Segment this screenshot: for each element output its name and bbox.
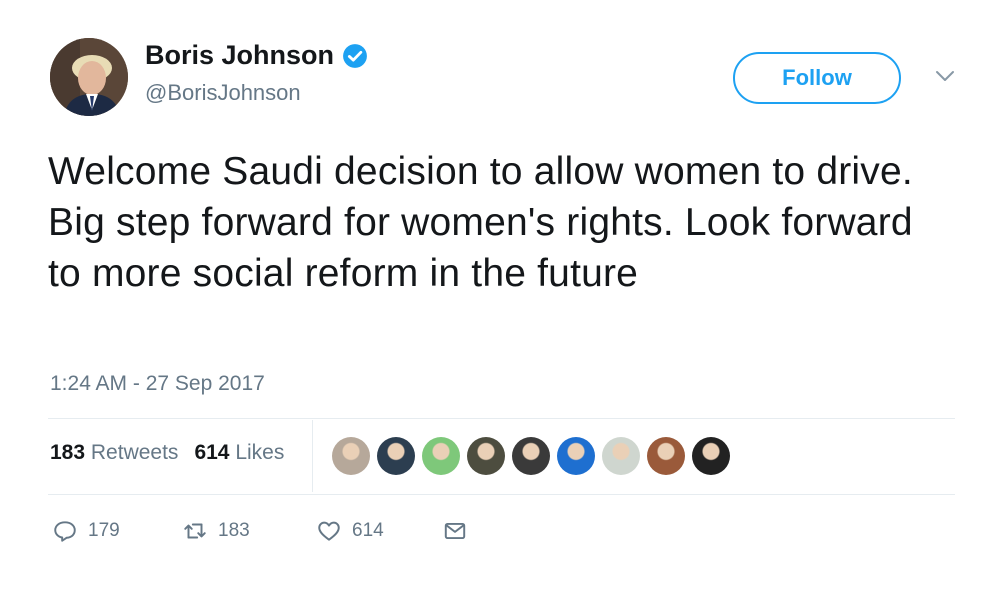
profile-avatar[interactable] bbox=[50, 38, 128, 116]
liker-avatar[interactable] bbox=[692, 437, 730, 475]
author-handle[interactable]: @BorisJohnson bbox=[145, 80, 301, 106]
tweet-actions: 179 183 614 bbox=[52, 518, 468, 544]
tweet-card: Boris Johnson @BorisJohnson Follow Welco… bbox=[0, 0, 1000, 592]
liker-avatar[interactable] bbox=[602, 437, 640, 475]
reply-icon bbox=[54, 521, 76, 542]
liker-avatar[interactable] bbox=[512, 437, 550, 475]
liker-avatar[interactable] bbox=[647, 437, 685, 475]
like-count: 614 bbox=[352, 520, 384, 541]
retweets-label: Retweets bbox=[90, 441, 179, 464]
chevron-down-icon[interactable] bbox=[933, 64, 957, 88]
retweet-button[interactable]: 183 bbox=[182, 518, 316, 544]
divider bbox=[312, 420, 313, 492]
like-button[interactable]: 614 bbox=[316, 518, 442, 544]
liker-avatar[interactable] bbox=[422, 437, 460, 475]
envelope-icon bbox=[444, 522, 466, 540]
liker-avatar[interactable] bbox=[557, 437, 595, 475]
tweet-timestamp[interactable]: 1:24 AM - 27 Sep 2017 bbox=[50, 372, 265, 396]
liker-avatar[interactable] bbox=[377, 437, 415, 475]
liker-avatar[interactable] bbox=[467, 437, 505, 475]
engagement-stats: 183 Retweets 614 Likes bbox=[50, 441, 284, 465]
author-name-row[interactable]: Boris Johnson bbox=[145, 40, 368, 71]
reply-button[interactable]: 179 bbox=[52, 518, 182, 544]
retweet-count: 183 bbox=[218, 520, 250, 541]
liker-avatar[interactable] bbox=[332, 437, 370, 475]
retweets-count: 183 bbox=[50, 441, 86, 464]
divider bbox=[48, 418, 955, 419]
retweets-stat[interactable]: 183 Retweets bbox=[50, 441, 178, 465]
author-name[interactable]: Boris Johnson bbox=[145, 40, 334, 71]
tweet-text: Welcome Saudi decision to allow women to… bbox=[48, 150, 913, 295]
likes-label: Likes bbox=[235, 441, 285, 464]
likes-count: 614 bbox=[194, 441, 230, 464]
reply-count: 179 bbox=[88, 520, 120, 541]
divider bbox=[48, 494, 955, 495]
retweet-icon bbox=[184, 523, 206, 539]
likers-avatars bbox=[332, 437, 730, 475]
follow-button[interactable]: Follow bbox=[733, 52, 901, 104]
likes-stat[interactable]: 614 Likes bbox=[194, 441, 284, 465]
direct-message-button[interactable] bbox=[442, 518, 468, 544]
heart-icon bbox=[318, 521, 340, 541]
verified-badge-icon bbox=[343, 43, 367, 68]
